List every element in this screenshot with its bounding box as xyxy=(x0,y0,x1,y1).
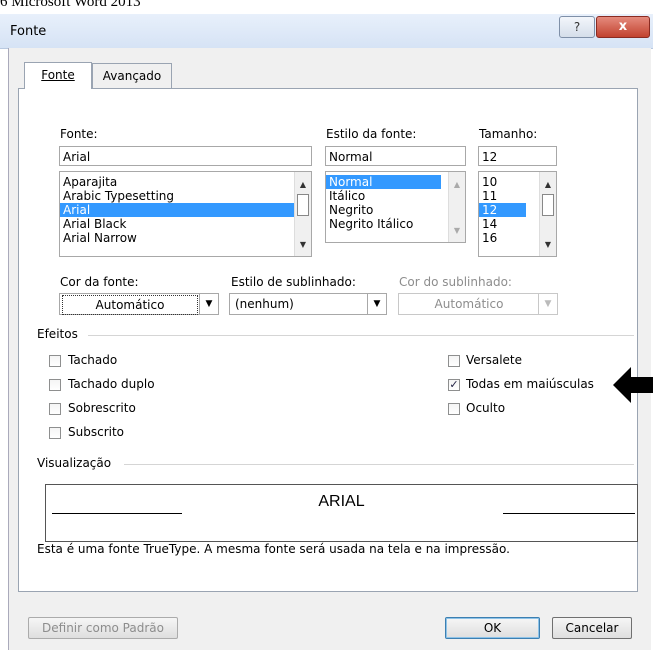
size-list[interactable]: 10 11 12 14 16 ▲ ▼ xyxy=(478,171,557,257)
scroll-down-icon[interactable]: ▼ xyxy=(449,224,465,238)
scroll-up-icon[interactable]: ▲ xyxy=(540,178,556,192)
effects-label: Efeitos xyxy=(37,327,78,341)
list-item[interactable]: Arabic Typesetting xyxy=(60,189,311,203)
help-icon: ? xyxy=(573,20,581,34)
list-item-selected[interactable]: 12 xyxy=(479,203,526,217)
underline-color-select: Automático ▼ xyxy=(398,293,558,315)
scroll-up-icon[interactable]: ▲ xyxy=(449,178,465,192)
checkmark-icon: ✓ xyxy=(449,378,459,391)
preview-sample-text: ARIAL xyxy=(318,493,365,510)
title-bar xyxy=(0,14,653,49)
style-list[interactable]: Normal Itálico Negrito Negrito Itálico ▲… xyxy=(325,171,466,243)
size-input[interactable]: 12 xyxy=(478,146,557,166)
tab-avancado[interactable]: Avançado xyxy=(92,63,172,88)
chevron-down-icon: ▼ xyxy=(538,294,557,314)
font-color-value: Automático xyxy=(62,295,198,315)
arrow-left-icon xyxy=(613,367,653,403)
list-item[interactable]: Arial Narrow xyxy=(60,231,311,245)
subscript-checkbox[interactable] xyxy=(49,427,61,439)
effects-divider xyxy=(88,335,634,336)
small-caps-label: Versalete xyxy=(466,353,523,367)
font-color-select[interactable]: Automático ▼ xyxy=(59,293,219,315)
underline-style-value: (nenhum) xyxy=(235,297,294,311)
preview-note: Esta é uma fonte TrueType. A mesma fonte… xyxy=(37,542,510,556)
list-item[interactable]: Negrito Itálico xyxy=(326,217,465,231)
list-item[interactable]: Itálico xyxy=(326,189,465,203)
hidden-checkbox[interactable] xyxy=(448,403,460,415)
scroll-thumb[interactable] xyxy=(542,194,554,216)
strikethrough-checkbox[interactable] xyxy=(49,355,61,367)
font-list[interactable]: Aparajita Arabic Typesetting Arial Arial… xyxy=(59,171,312,257)
font-label: Fonte: xyxy=(60,127,98,141)
strikethrough-label: Tachado xyxy=(68,353,118,367)
list-item[interactable]: Arial Black xyxy=(60,217,311,231)
close-icon: x xyxy=(618,19,628,34)
preview-divider xyxy=(124,464,634,465)
underline-style-select[interactable]: (nenhum) ▼ xyxy=(229,293,387,315)
scroll-thumb[interactable] xyxy=(297,194,309,216)
small-caps-checkbox[interactable] xyxy=(448,355,460,367)
scroll-down-icon[interactable]: ▼ xyxy=(540,238,556,252)
superscript-label: Sobrescrito xyxy=(68,401,136,415)
set-default-button[interactable]: Definir como Padrão xyxy=(28,617,178,639)
help-button[interactable]: ? xyxy=(559,16,595,38)
font-color-label: Cor da fonte: xyxy=(60,275,139,289)
style-input[interactable]: Normal xyxy=(325,146,466,166)
list-item-selected[interactable]: Arial xyxy=(60,203,311,217)
scroll-down-icon[interactable]: ▼ xyxy=(295,238,311,252)
font-list-scrollbar[interactable]: ▲ ▼ xyxy=(294,172,311,256)
double-strikethrough-checkbox[interactable] xyxy=(49,379,61,391)
font-input[interactable]: Arial xyxy=(59,146,312,166)
window-title: Fonte xyxy=(10,24,47,39)
underline-style-label: Estilo de sublinhado: xyxy=(231,275,356,289)
hidden-label: Oculto xyxy=(466,401,506,415)
preview-label: Visualização xyxy=(37,456,112,470)
underline-color-label: Cor do sublinhado: xyxy=(399,275,512,289)
size-list-scrollbar[interactable]: ▲ ▼ xyxy=(539,172,556,256)
double-strikethrough-label: Tachado duplo xyxy=(68,377,155,391)
close-button[interactable]: x xyxy=(596,16,650,38)
style-list-scrollbar[interactable]: ▲ ▼ xyxy=(448,172,465,242)
all-caps-checkbox[interactable]: ✓ xyxy=(448,379,460,391)
list-item-selected[interactable]: Normal xyxy=(326,175,441,189)
chevron-down-icon[interactable]: ▼ xyxy=(367,294,386,314)
tab-fonte[interactable]: Fonte xyxy=(24,62,92,89)
size-label: Tamanho: xyxy=(479,127,538,141)
preview-box: ARIAL xyxy=(45,484,638,542)
all-caps-label: Todas em maiúsculas xyxy=(466,377,594,391)
chevron-down-icon[interactable]: ▼ xyxy=(199,294,218,314)
cancel-button[interactable]: Cancelar xyxy=(552,617,632,639)
style-label: Estilo da fonte: xyxy=(326,127,417,141)
superscript-checkbox[interactable] xyxy=(49,403,61,415)
preview-line-right xyxy=(503,513,635,514)
ok-button[interactable]: OK xyxy=(445,617,540,639)
underline-color-value: Automático xyxy=(434,297,504,311)
preview-line-left xyxy=(52,513,182,514)
page-caption: 6 Microsoft Word 2013 xyxy=(0,0,141,10)
list-item[interactable]: Negrito xyxy=(326,203,465,217)
scroll-up-icon[interactable]: ▲ xyxy=(295,178,311,192)
list-item[interactable]: Aparajita xyxy=(60,175,311,189)
subscript-label: Subscrito xyxy=(68,425,125,439)
